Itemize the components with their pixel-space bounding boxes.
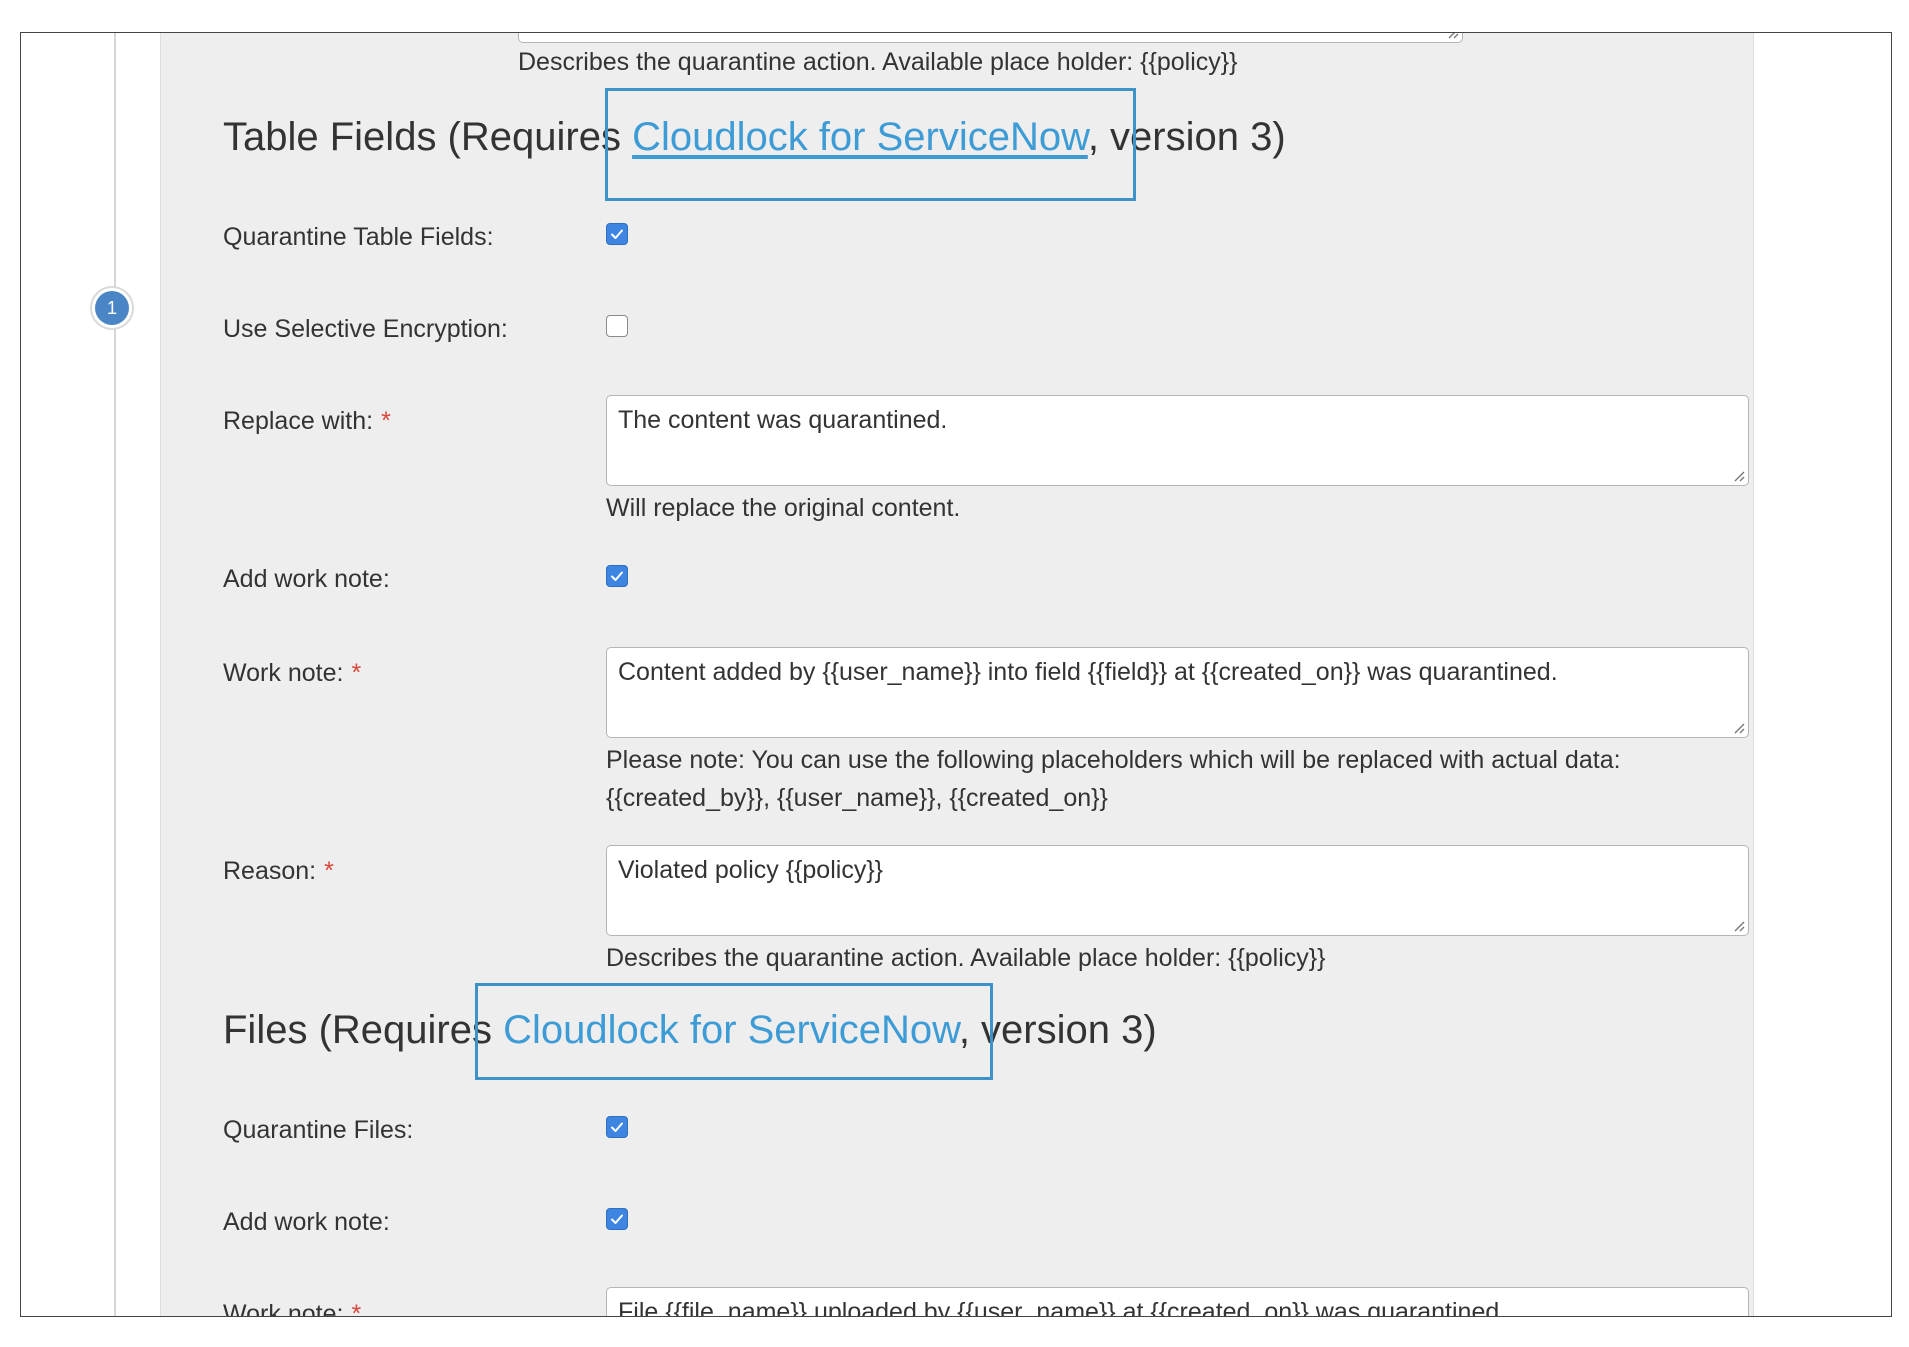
screenshot-frame: 1 Describes the quarantine action. Avail… (20, 32, 1892, 1317)
link-highlight-box (605, 88, 1136, 201)
files-add-work-note-checkbox[interactable] (606, 1208, 628, 1230)
quarantine-files-label: Quarantine Files: (223, 1116, 414, 1144)
previous-reason-help: Describes the quarantine action. Availab… (518, 48, 1238, 76)
quarantine-table-fields-checkbox[interactable] (606, 223, 628, 245)
add-work-note-label: Add work note: (223, 565, 390, 593)
reason-label: Reason: * (223, 857, 334, 885)
quarantine-settings-panel: Describes the quarantine action. Availab… (160, 32, 1754, 1317)
files-work-note-label: Work note: * (223, 1300, 362, 1317)
files-work-note-textarea[interactable]: File {{file_name}} uploaded by {{user_na… (606, 1287, 1749, 1316)
replace-with-label: Replace with: * (223, 407, 391, 435)
required-marker: * (351, 1300, 362, 1317)
step-number: 1 (95, 291, 129, 325)
resize-grip-icon[interactable] (1731, 468, 1745, 482)
reason-textarea[interactable]: Violated policy {{policy}} (606, 845, 1749, 936)
quarantine-files-checkbox[interactable] (606, 1116, 628, 1138)
link-highlight-box (475, 983, 993, 1080)
add-work-note-checkbox[interactable] (606, 565, 628, 587)
replace-with-help: Will replace the original content. (606, 494, 961, 522)
work-note-help: Please note: You can use the following p… (606, 746, 1621, 812)
files-add-work-note-label: Add work note: (223, 1208, 390, 1236)
replace-with-textarea[interactable]: The content was quarantined. (606, 395, 1749, 486)
selective-encryption-label: Use Selective Encryption: (223, 315, 508, 343)
previous-reason-textarea[interactable] (518, 32, 1463, 43)
work-note-textarea[interactable]: Content added by {{user_name}} into fiel… (606, 647, 1749, 738)
reason-help: Describes the quarantine action. Availab… (606, 944, 1326, 972)
checkmark-icon (611, 571, 623, 581)
step-badge: 1 (90, 286, 134, 330)
resize-grip-icon[interactable] (1731, 720, 1745, 734)
resize-grip-icon[interactable] (1731, 918, 1745, 932)
work-note-label: Work note: * (223, 659, 362, 687)
required-marker: * (381, 407, 391, 435)
required-marker: * (351, 659, 362, 687)
checkmark-icon (611, 1214, 623, 1224)
resize-grip-icon[interactable] (1445, 32, 1459, 39)
required-marker: * (324, 857, 334, 885)
step-connector-line (114, 33, 116, 1316)
checkmark-icon (611, 229, 623, 239)
checkmark-icon (611, 1122, 623, 1132)
selective-encryption-checkbox[interactable] (606, 315, 628, 337)
quarantine-table-fields-label: Quarantine Table Fields: (223, 223, 494, 251)
